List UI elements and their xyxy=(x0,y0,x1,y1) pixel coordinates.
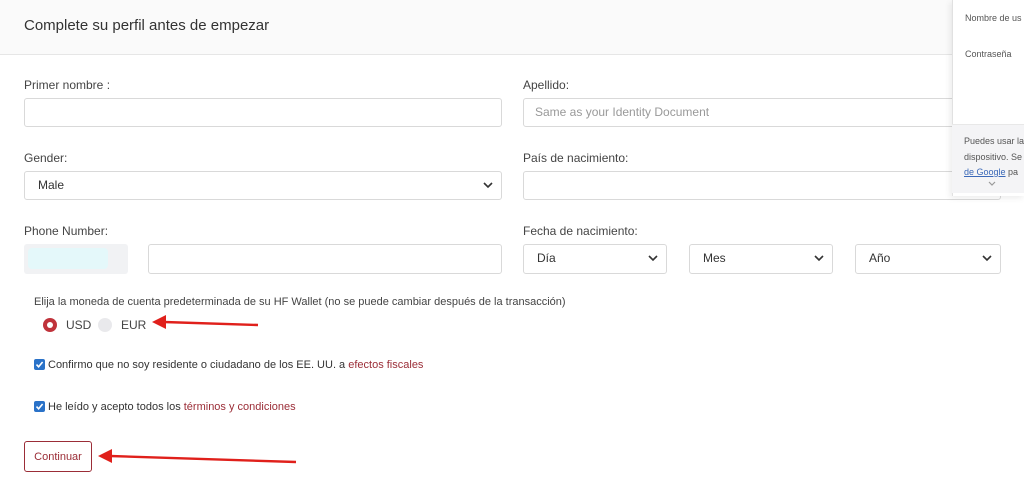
phone-label: Phone Number: xyxy=(24,224,109,238)
continue-button[interactable]: Continuar xyxy=(24,441,92,472)
popup-note-line2: dispositivo. Se xyxy=(964,152,1023,162)
birth-month-select[interactable]: Mes xyxy=(689,244,833,274)
birth-country-label: País de nacimiento: xyxy=(523,151,629,165)
residency-statement: Confirmo que no soy residente o ciudadan… xyxy=(48,359,349,371)
phone-country-code[interactable] xyxy=(24,244,128,274)
birth-country-input[interactable] xyxy=(523,171,1001,200)
terms-conditions-link[interactable]: términos y condiciones xyxy=(184,401,296,413)
first-name-input[interactable] xyxy=(24,98,502,127)
birth-date-label: Fecha de nacimiento: xyxy=(523,224,638,238)
page-title: Complete su perfil antes de empezar xyxy=(24,17,270,34)
chevron-down-icon xyxy=(483,182,493,189)
phone-input[interactable] xyxy=(148,244,502,274)
popup-password-label: Contraseña xyxy=(965,49,1012,59)
birth-month-value: Mes xyxy=(703,251,726,265)
popup-footer: Puedes usar la dispositivo. Se de Google… xyxy=(952,124,1024,193)
gender-label: Gender: xyxy=(24,151,68,165)
chevron-down-icon xyxy=(814,255,824,262)
terms-checkbox[interactable] xyxy=(34,401,45,412)
check-icon xyxy=(35,361,44,369)
last-name-label: Apellido: xyxy=(523,78,570,92)
tax-purposes-link[interactable]: efectos fiscales xyxy=(348,359,423,371)
popup-google-link[interactable]: de Google xyxy=(964,167,1006,177)
form-header: Complete su perfil antes de empezar xyxy=(0,0,1024,55)
birth-day-value: Día xyxy=(537,251,556,265)
first-name-label: Primer nombre : xyxy=(24,78,111,92)
last-name-input[interactable]: Same as your Identity Document xyxy=(523,98,1001,127)
currency-usd-radio[interactable] xyxy=(43,318,57,332)
chevron-down-icon[interactable] xyxy=(988,181,996,187)
popup-username-label: Nombre de us xyxy=(965,13,1022,23)
popup-note-tail: pa xyxy=(1005,167,1019,177)
residency-text: Confirmo que no soy residente o ciudadan… xyxy=(48,359,423,371)
gender-select[interactable]: Male xyxy=(24,171,502,200)
chevron-down-icon xyxy=(648,255,658,262)
popup-note-line3: de Google pa xyxy=(964,167,1018,177)
birth-year-value: Año xyxy=(869,251,891,265)
birth-year-select[interactable]: Año xyxy=(855,244,1001,274)
arrow-annotation-icon xyxy=(98,449,297,464)
profile-form-panel: Complete su perfil antes de empezar Prim… xyxy=(0,0,1024,493)
arrow-annotation-icon xyxy=(152,315,259,329)
popup-note-line1: Puedes usar la xyxy=(964,136,1024,146)
birth-day-select[interactable]: Día xyxy=(523,244,667,274)
currency-eur-label: EUR xyxy=(121,318,147,332)
terms-text: He leído y acepto todos los términos y c… xyxy=(48,401,296,413)
gender-selected-value: Male xyxy=(38,178,65,192)
terms-statement: He leído y acepto todos los xyxy=(48,401,184,413)
residency-checkbox[interactable] xyxy=(34,359,45,370)
currency-usd-label: USD xyxy=(66,318,92,332)
currency-eur-radio[interactable] xyxy=(98,318,112,332)
currency-label: Elija la moneda de cuenta predeterminada… xyxy=(34,296,566,308)
chevron-down-icon xyxy=(982,255,992,262)
phone-code-blur xyxy=(28,248,108,269)
check-icon xyxy=(35,403,44,411)
